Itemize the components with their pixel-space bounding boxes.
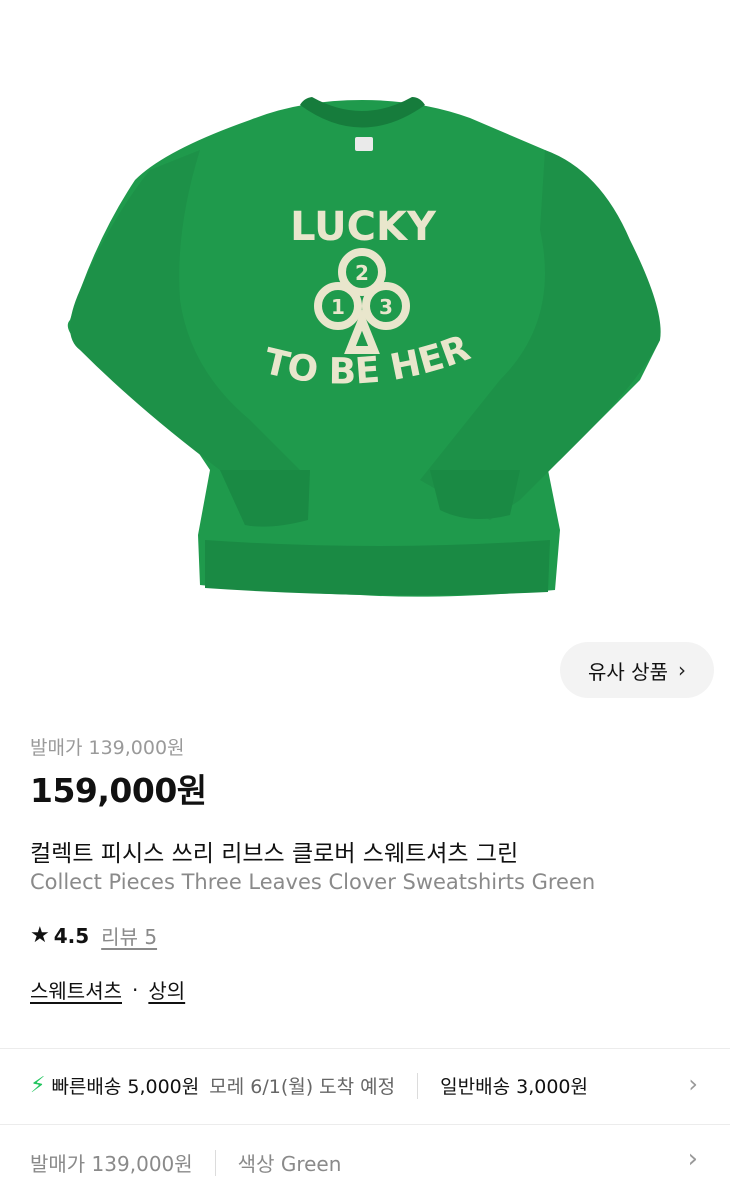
- waistband: [205, 540, 550, 596]
- category-separator: ·: [132, 977, 139, 1002]
- similar-products-button[interactable]: 유사 상품 ›: [560, 642, 714, 698]
- category-link-tops[interactable]: 상의: [148, 975, 185, 1004]
- shipping-row[interactable]: ⚡ 빠른배송 5,000원 모레 6/1(월) 도착 예정 일반배송 3,000…: [30, 1070, 720, 1099]
- option-row[interactable]: 발매가 139,000원 색상 Green ›: [30, 1144, 720, 1177]
- star-icon: ★: [30, 923, 50, 948]
- color-option: 색상 Green: [237, 1152, 342, 1176]
- clover-number-2: 2: [355, 261, 369, 285]
- bottom-release-price: 발매가 139,000원: [30, 1152, 193, 1176]
- chevron-right-icon: ›: [688, 1070, 698, 1098]
- clover-number-3: 3: [379, 295, 393, 319]
- divider: [0, 1048, 730, 1049]
- sweatshirt-illustration: LUCKY 2 1 3 TO BE HERE: [0, 0, 661, 597]
- product-image[interactable]: LUCKY 2 1 3 TO BE HERE: [0, 0, 730, 630]
- lucky-text: LUCKY: [290, 204, 437, 250]
- category-row: 스웨트셔츠 · 상의: [30, 975, 185, 1004]
- arrival-estimate: 모레 6/1(월) 도착 예정: [209, 1076, 396, 1098]
- review-link[interactable]: 리뷰 5: [101, 921, 157, 950]
- fast-shipping-fee: 5,000원: [127, 1076, 200, 1098]
- fast-shipping-label: 빠른배송: [51, 1076, 122, 1098]
- lightning-icon: ⚡: [30, 1073, 46, 1098]
- divider: [0, 1124, 730, 1125]
- chevron-right-icon: ›: [687, 1144, 698, 1174]
- category-link-sweatshirts[interactable]: 스웨트셔츠: [30, 975, 122, 1004]
- brand-tag: [355, 137, 373, 151]
- chevron-right-icon: ›: [677, 658, 686, 682]
- release-price: 발매가 139,000원: [30, 737, 185, 759]
- similar-products-label: 유사 상품: [588, 659, 668, 684]
- rating-score: 4.5: [53, 923, 90, 948]
- product-name-english: Collect Pieces Three Leaves Clover Sweat…: [30, 870, 596, 894]
- normal-shipping: 일반배송 3,000원: [440, 1076, 588, 1098]
- rating-row: ★ 4.5 리뷰 5: [30, 921, 157, 950]
- vertical-divider: [417, 1072, 419, 1099]
- product-name-korean: 컬렉트 피시스 쓰리 리브스 클로버 스웨트셔츠 그린: [30, 841, 519, 867]
- clover-number-1: 1: [331, 295, 345, 319]
- vertical-divider: [214, 1149, 216, 1176]
- current-price: 159,000원: [30, 771, 207, 810]
